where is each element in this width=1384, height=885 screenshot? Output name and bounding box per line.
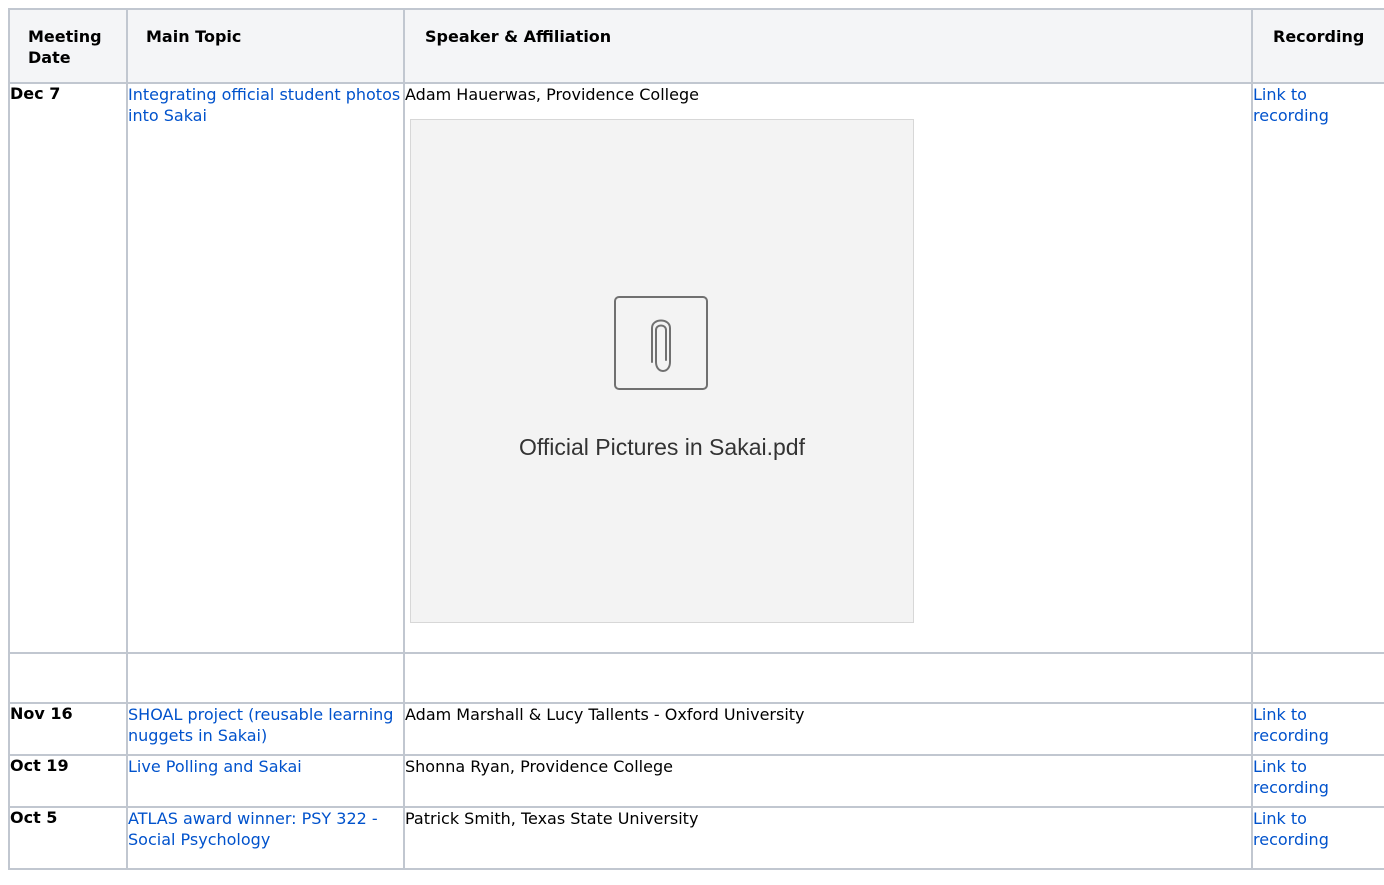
topic-cell: SHOAL project (reusable learning nuggets…: [126, 702, 405, 756]
pdf-attachment-preview[interactable]: Official Pictures in Sakai.pdf: [410, 119, 914, 623]
speaker-affiliation: Shonna Ryan, Providence College: [405, 757, 673, 776]
topic-cell: [126, 652, 405, 704]
topic-link[interactable]: Integrating official student photos into…: [129, 85, 400, 125]
meeting-date: Oct 19: [8, 754, 128, 808]
recording-cell: [1251, 652, 1384, 704]
recording-cell: Link to recording: [1251, 754, 1384, 808]
recording-link[interactable]: Link to recording: [1254, 705, 1329, 745]
table-row: Dec 7 Integrating official student photo…: [8, 82, 1384, 654]
speaker-cell: Shonna Ryan, Providence College: [403, 754, 1253, 808]
meeting-date: Nov 16: [8, 702, 128, 756]
table-row: Oct 19 Live Polling and Sakai Shonna Rya…: [8, 754, 1384, 808]
speaker-cell: Adam Marshall & Lucy Tallents - Oxford U…: [403, 702, 1253, 756]
topic-cell: Integrating official student photos into…: [126, 82, 405, 654]
meetings-table-wrapper: Meeting Date Main Topic Speaker & Affili…: [8, 8, 1384, 870]
speaker-affiliation: Adam Marshall & Lucy Tallents - Oxford U…: [405, 705, 805, 724]
topic-link[interactable]: SHOAL project (reusable learning nuggets…: [129, 705, 393, 745]
table-row: [8, 652, 1384, 704]
attachment-filename: Official Pictures in Sakai.pdf: [519, 434, 805, 460]
speaker-cell: [403, 652, 1253, 704]
recording-cell: Link to recording: [1251, 806, 1384, 870]
meetings-table: Meeting Date Main Topic Speaker & Affili…: [8, 8, 1384, 870]
table-row: Oct 5 ATLAS award winner: PSY 322 - Soci…: [8, 806, 1384, 870]
paperclip-icon: [614, 296, 708, 390]
recording-cell: Link to recording: [1251, 82, 1384, 654]
header-recording: Recording: [1251, 8, 1384, 84]
header-meeting-date: Meeting Date: [8, 8, 128, 84]
recording-cell: Link to recording: [1251, 702, 1384, 756]
meeting-date: Dec 7: [8, 82, 128, 654]
speaker-cell: Patrick Smith, Texas State University: [403, 806, 1253, 870]
meeting-date: Oct 5: [8, 806, 128, 870]
topic-cell: Live Polling and Sakai: [126, 754, 405, 808]
header-main-topic: Main Topic: [126, 8, 405, 84]
meeting-date: [8, 652, 128, 704]
topic-cell: ATLAS award winner: PSY 322 - Social Psy…: [126, 806, 405, 870]
recording-link[interactable]: Link to recording: [1254, 85, 1329, 125]
table-header-row: Meeting Date Main Topic Speaker & Affili…: [8, 8, 1384, 84]
recording-link[interactable]: Link to recording: [1254, 809, 1329, 849]
topic-link[interactable]: ATLAS award winner: PSY 322 - Social Psy…: [129, 809, 378, 849]
topic-link[interactable]: Live Polling and Sakai: [129, 757, 302, 776]
table-row: Nov 16 SHOAL project (reusable learning …: [8, 702, 1384, 756]
header-speaker-affiliation: Speaker & Affiliation: [403, 8, 1253, 84]
speaker-cell: Adam Hauerwas, Providence College Offici…: [403, 82, 1253, 654]
recording-link[interactable]: Link to recording: [1254, 757, 1329, 797]
speaker-affiliation: Patrick Smith, Texas State University: [405, 809, 699, 828]
speaker-affiliation: Adam Hauerwas, Providence College: [405, 85, 699, 104]
